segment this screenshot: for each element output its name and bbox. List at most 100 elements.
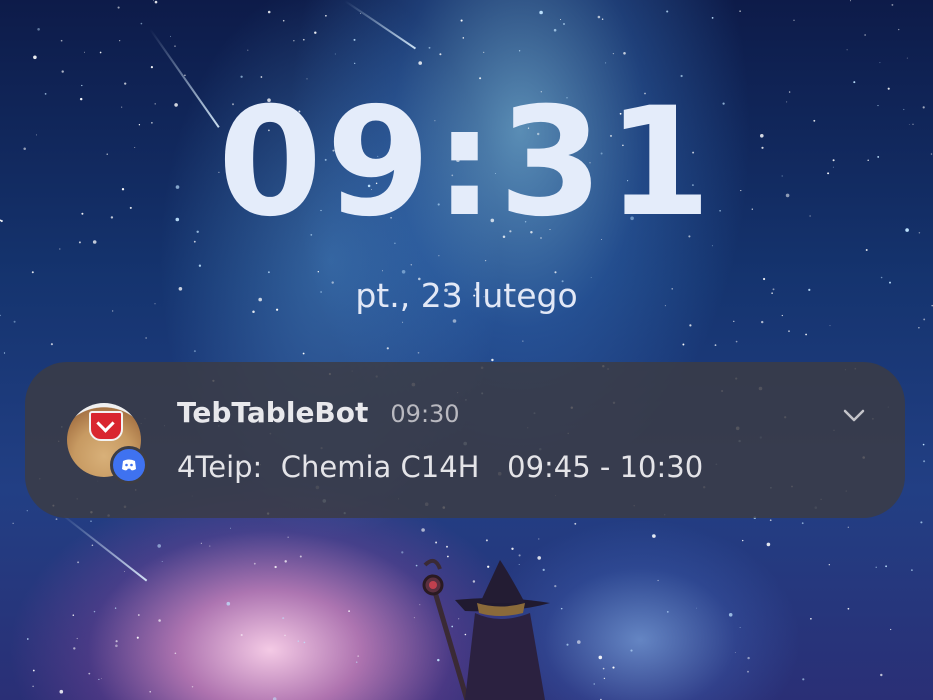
star (317, 271, 319, 273)
star (297, 640, 299, 642)
star (240, 633, 243, 637)
star (801, 522, 804, 525)
star (59, 248, 61, 250)
star (150, 66, 153, 69)
star (115, 644, 118, 648)
star (446, 545, 448, 548)
star (853, 81, 856, 84)
star (161, 561, 163, 563)
star (747, 656, 750, 660)
star (13, 320, 16, 323)
star (32, 685, 34, 688)
star (114, 607, 117, 609)
star (518, 50, 521, 52)
star (402, 321, 404, 323)
star (601, 18, 604, 20)
lockscreen-date: pt., 23 lutego (355, 276, 578, 315)
star (769, 519, 772, 522)
star (920, 521, 923, 524)
star (923, 460, 926, 463)
star (348, 610, 350, 612)
star (314, 31, 317, 34)
star (354, 62, 356, 64)
star (154, 0, 158, 4)
star (906, 57, 908, 59)
star (462, 37, 465, 39)
star (149, 690, 151, 693)
star (115, 640, 118, 643)
notification-header: TebTableBot 09:30 (177, 396, 460, 429)
star (805, 333, 808, 336)
star (418, 61, 423, 65)
star (200, 542, 202, 544)
notification-card[interactable]: TebTableBot 09:30 4Teip: Chemia C14H 09:… (25, 362, 905, 518)
star (484, 259, 487, 262)
chevron-down-icon[interactable] (841, 402, 867, 428)
star (76, 637, 78, 640)
star (605, 62, 607, 64)
star (563, 23, 565, 25)
star (37, 28, 40, 31)
star (761, 320, 764, 324)
star (428, 46, 431, 49)
star (788, 330, 790, 333)
star (612, 52, 615, 55)
star (253, 562, 256, 565)
star (747, 670, 749, 673)
star (299, 555, 302, 558)
star (847, 607, 850, 610)
notification-message: 4Teip: Chemia C14H 09:45 - 10:30 (177, 450, 704, 484)
star (303, 641, 306, 644)
star (559, 18, 562, 21)
star (602, 667, 605, 670)
star (61, 70, 64, 73)
star (84, 51, 85, 53)
star (483, 51, 485, 54)
star (198, 264, 202, 267)
star (302, 38, 305, 41)
star (630, 649, 633, 652)
star (274, 565, 277, 569)
star (247, 49, 249, 51)
star (593, 683, 595, 685)
star (689, 324, 692, 327)
star (439, 53, 442, 56)
star (124, 571, 125, 572)
star (522, 340, 524, 342)
star (119, 40, 121, 42)
star (93, 610, 96, 613)
star (438, 255, 440, 257)
star (865, 249, 868, 251)
star (12, 522, 14, 524)
star (334, 53, 336, 55)
star (72, 614, 75, 616)
star (401, 551, 404, 554)
star (435, 541, 438, 544)
star (88, 672, 91, 675)
star (714, 344, 717, 346)
star (554, 271, 557, 274)
lock-screen: 09:31 pt., 23 lutego TebTableBot 09:30 4… (0, 0, 933, 700)
star (81, 84, 83, 87)
star (137, 614, 140, 616)
star (733, 320, 735, 322)
star (60, 39, 63, 42)
star (209, 545, 211, 547)
star (91, 544, 94, 547)
star (597, 15, 601, 19)
star (145, 337, 147, 339)
star (353, 38, 356, 41)
star (386, 347, 389, 350)
star (880, 673, 883, 677)
star (169, 35, 172, 37)
star (3, 352, 6, 354)
star (193, 350, 196, 353)
star (59, 689, 64, 694)
star (810, 617, 812, 620)
star (802, 678, 805, 681)
star (735, 340, 738, 343)
star (875, 566, 877, 568)
star (50, 343, 53, 346)
star (26, 510, 28, 512)
star (666, 610, 669, 613)
